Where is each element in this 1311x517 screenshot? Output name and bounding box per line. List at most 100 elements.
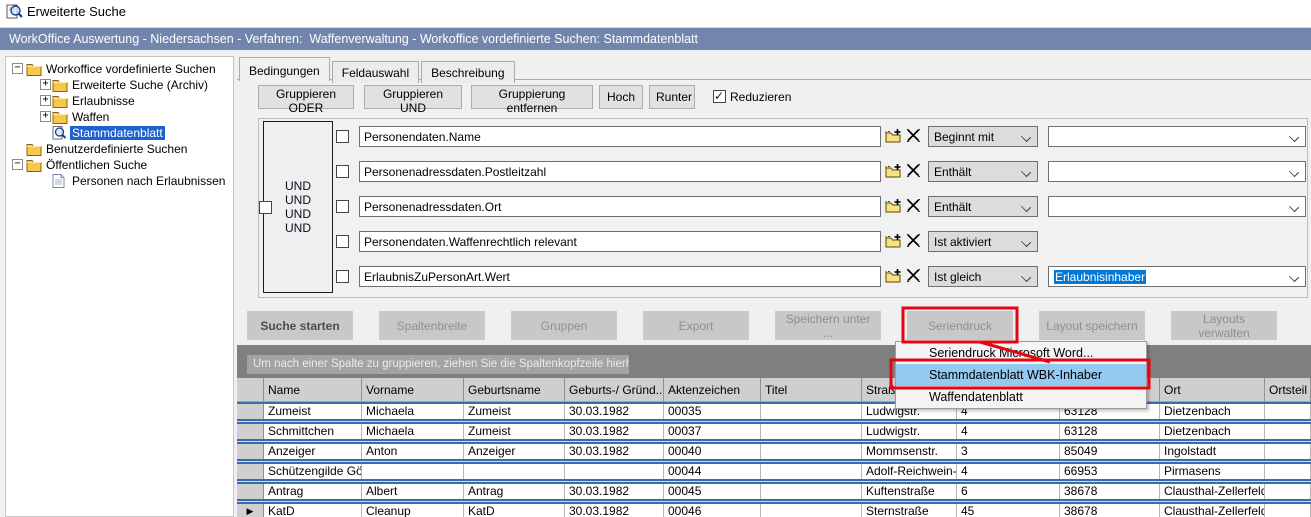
window-title: Erweiterte Suche bbox=[27, 4, 126, 19]
toolbar-button-label: Runter bbox=[656, 90, 692, 104]
table-cell: Zumeist bbox=[464, 404, 565, 419]
add-folder-icon[interactable] bbox=[885, 268, 902, 285]
operator-dropdown[interactable]: Beginnt mit bbox=[928, 126, 1038, 147]
layout-speichern-button[interactable]: Layout speichern bbox=[1039, 311, 1145, 340]
operator-dropdown[interactable]: Ist aktiviert bbox=[928, 231, 1038, 252]
menu-item-seriendruck-microsoft-word-[interactable]: Seriendruck Microsoft Word... bbox=[896, 342, 1146, 364]
grid-header-row: NameVornameGeburtsnameGeburts-/ Gründ...… bbox=[237, 378, 1311, 402]
tab-beschreibung[interactable]: Beschreibung bbox=[421, 61, 514, 83]
sidebar-item-erlaubnisse[interactable]: +Erlaubnisse bbox=[6, 93, 233, 109]
operator-dropdown[interactable]: Enthält bbox=[928, 161, 1038, 182]
suche-starten-button[interactable]: Suche starten bbox=[247, 311, 353, 340]
table-cell: Adolf-Reichwein-... bbox=[862, 464, 957, 479]
expand-icon[interactable]: + bbox=[40, 79, 51, 90]
condition-field-input[interactable] bbox=[359, 231, 881, 252]
chevron-down-icon bbox=[1289, 202, 1299, 212]
chevron-down-icon bbox=[1289, 272, 1299, 282]
value-dropdown[interactable]: Erlaubnisinhaber bbox=[1048, 266, 1306, 287]
delete-icon[interactable] bbox=[906, 268, 923, 285]
sidebar-item-workoffice-vordefinierte-suchen[interactable]: −Workoffice vordefinierte Suchen bbox=[6, 61, 233, 77]
expand-icon[interactable]: + bbox=[40, 95, 51, 106]
chevron-down-icon bbox=[1021, 132, 1031, 142]
gruppen-button[interactable]: Gruppen bbox=[511, 311, 617, 340]
collapse-icon[interactable]: − bbox=[12, 159, 23, 170]
action-button-label: Gruppen bbox=[541, 319, 588, 333]
column-header-aktenzeichen[interactable]: Aktenzeichen bbox=[664, 378, 761, 402]
tab-bedingungen[interactable]: Bedingungen bbox=[239, 57, 330, 81]
hoch-button[interactable]: Hoch bbox=[599, 85, 643, 109]
action-button-label: Export bbox=[679, 319, 714, 333]
condition-checkbox[interactable] bbox=[336, 165, 349, 178]
operator-dropdown[interactable]: Enthält bbox=[928, 196, 1038, 217]
column-header[interactable] bbox=[237, 378, 264, 402]
table-row[interactable]: AntragAlbertAntrag30.03.198200045Kuftens… bbox=[237, 482, 1311, 501]
menu-item-stammdatenblatt-wbk-inhaber[interactable]: Stammdatenblatt WBK-Inhaber bbox=[896, 364, 1146, 386]
add-folder-icon[interactable] bbox=[885, 233, 902, 250]
table-cell: 4 bbox=[957, 464, 1060, 479]
layouts-verwalten-button[interactable]: Layouts verwalten bbox=[1171, 311, 1277, 340]
value-dropdown[interactable] bbox=[1048, 196, 1306, 217]
condition-checkbox[interactable] bbox=[336, 130, 349, 143]
group-by-bar[interactable]: Um nach einer Spalte zu gruppieren, zieh… bbox=[237, 345, 1311, 378]
column-header-name[interactable]: Name bbox=[264, 378, 362, 402]
operator-dropdown[interactable]: Ist gleich bbox=[928, 266, 1038, 287]
operator-value: Enthält bbox=[934, 165, 971, 179]
sidebar-item-öffentlichen-suche[interactable]: −Öffentlichen Suche bbox=[6, 157, 233, 173]
tab-feldauswahl[interactable]: Feldauswahl bbox=[332, 61, 419, 83]
condition-checkbox[interactable] bbox=[336, 200, 349, 213]
tabstrip: BedingungenFeldauswahlBeschreibung bbox=[237, 57, 1311, 80]
column-header-ort[interactable]: Ort bbox=[1160, 378, 1265, 402]
table-cell: 00045 bbox=[664, 484, 761, 499]
delete-icon[interactable] bbox=[906, 163, 923, 180]
gruppierung-entfernen-button[interactable]: Gruppierung entfernen bbox=[471, 85, 593, 109]
column-header-geburts-gründ-[interactable]: Geburts-/ Gründ... bbox=[565, 378, 664, 402]
add-folder-icon[interactable] bbox=[885, 163, 902, 180]
document-icon bbox=[52, 174, 65, 191]
menu-item-waffendatenblatt[interactable]: Waffendatenblatt bbox=[896, 386, 1146, 408]
condition-checkbox[interactable] bbox=[336, 235, 349, 248]
collapse-icon[interactable]: − bbox=[12, 63, 23, 74]
condition-row: Enthält bbox=[259, 161, 1307, 183]
table-row[interactable]: ZumeistMichaelaZumeist30.03.198200035Lud… bbox=[237, 402, 1311, 421]
speichern-unter--button[interactable]: Speichern unter ... bbox=[775, 311, 881, 340]
table-cell: KatD bbox=[464, 504, 565, 517]
value-dropdown[interactable] bbox=[1048, 126, 1306, 147]
condition-checkbox[interactable] bbox=[336, 270, 349, 283]
condition-field-input[interactable] bbox=[359, 266, 881, 287]
spaltenbreite-button[interactable]: Spaltenbreite bbox=[379, 311, 485, 340]
reduzieren-checkbox[interactable] bbox=[713, 90, 726, 103]
gruppieren-und-button[interactable]: Gruppieren UND bbox=[364, 85, 462, 109]
expand-icon[interactable]: + bbox=[40, 111, 51, 122]
delete-icon[interactable] bbox=[906, 128, 923, 145]
sidebar-item-benutzerdefinierte-suchen[interactable]: Benutzerdefinierte Suchen bbox=[6, 141, 233, 157]
gruppieren-oder-button[interactable]: Gruppieren ODER bbox=[258, 85, 354, 109]
condition-field-input[interactable] bbox=[359, 126, 881, 147]
column-header-vorname[interactable]: Vorname bbox=[362, 378, 464, 402]
delete-icon[interactable] bbox=[906, 198, 923, 215]
sidebar-item-personen-nach-erlaubnissen[interactable]: Personen nach Erlaubnissen bbox=[6, 173, 233, 189]
table-row[interactable]: AnzeigerAntonAnzeiger30.03.198200040Momm… bbox=[237, 442, 1311, 461]
value-dropdown[interactable] bbox=[1048, 161, 1306, 182]
table-row[interactable]: SchmittchenMichaelaZumeist30.03.19820003… bbox=[237, 422, 1311, 441]
condition-field-input[interactable] bbox=[359, 196, 881, 217]
table-cell bbox=[761, 444, 862, 459]
sidebar-item-erweiterte-suche-archiv-[interactable]: +Erweiterte Suche (Archiv) bbox=[6, 77, 233, 93]
column-header-ortsteil[interactable]: Ortsteil bbox=[1265, 378, 1311, 402]
column-header-geburtsname[interactable]: Geburtsname bbox=[464, 378, 565, 402]
table-cell: 00037 bbox=[664, 424, 761, 439]
sidebar-item-waffen[interactable]: +Waffen bbox=[6, 109, 233, 125]
column-header-titel[interactable]: Titel bbox=[761, 378, 862, 402]
add-folder-icon[interactable] bbox=[885, 128, 902, 145]
table-cell: Anzeiger bbox=[264, 444, 362, 459]
main-panel: BedingungenFeldauswahlBeschreibung Grupp… bbox=[237, 50, 1311, 517]
table-row[interactable]: Schützengilde Gö...00044Adolf-Reichwein-… bbox=[237, 462, 1311, 481]
export-button[interactable]: Export bbox=[643, 311, 749, 340]
runter-button[interactable]: Runter bbox=[649, 85, 695, 109]
table-row[interactable]: ▶KatDCleanupKatD30.03.198200046Sternstra… bbox=[237, 502, 1311, 517]
delete-icon[interactable] bbox=[906, 233, 923, 250]
sidebar-item-stammdatenblatt[interactable]: Stammdatenblatt bbox=[6, 125, 233, 141]
add-folder-icon[interactable] bbox=[885, 198, 902, 215]
group-operator-checkbox[interactable] bbox=[259, 201, 272, 214]
condition-field-input[interactable] bbox=[359, 161, 881, 182]
seriendruck-button[interactable]: Seriendruck bbox=[907, 311, 1013, 340]
